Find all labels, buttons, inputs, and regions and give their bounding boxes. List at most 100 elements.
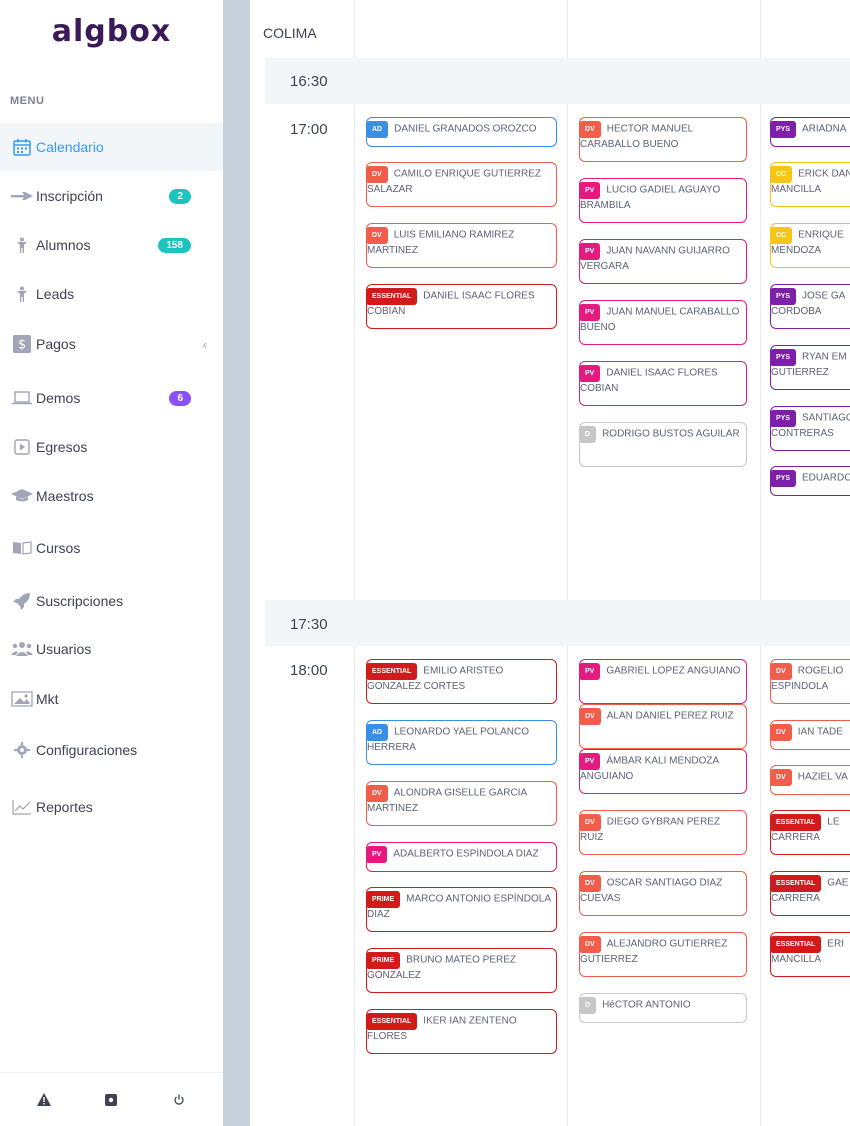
sidebar-item-pagos[interactable]: $ Pagos ‹ xyxy=(0,320,223,368)
class-card[interactable]: DV IAN TADE xyxy=(770,720,850,750)
sidebar-item-label: Calendario xyxy=(36,139,104,155)
sidebar-item-alumnos[interactable]: Alumnos 158 xyxy=(0,221,223,269)
student-name: ARIADNA xyxy=(802,123,847,135)
sidebar-item-cursos[interactable]: Cursos xyxy=(0,524,223,572)
student-name: JUAN NAVANN GUIJARRO VERGARA xyxy=(580,245,730,273)
class-card[interactable]: DV HAZIEL VA xyxy=(770,765,850,795)
class-card[interactable]: PV JUAN MANUEL CARABALLO BUENO xyxy=(579,300,747,345)
class-card[interactable]: PYS RYAN EM GUTIERREZ xyxy=(770,345,850,390)
sidebar-item-calendario[interactable]: Calendario xyxy=(0,123,223,171)
plane-icon xyxy=(10,186,34,206)
class-card[interactable]: PV GABRIEL LOPEZ ANGUIANO xyxy=(579,659,747,704)
class-card[interactable]: PRIME BRUNO MATEO PEREZ GONZALEZ xyxy=(366,948,557,993)
class-card[interactable]: PV DANIEL ISAAC FLORES COBIAN xyxy=(579,361,747,406)
class-card[interactable]: D RODRIGO BUSTOS AGUILAR xyxy=(579,422,747,467)
app-logo[interactable]: algbox xyxy=(0,14,223,49)
sidebar-item-leads[interactable]: Leads xyxy=(0,270,223,318)
class-card[interactable]: CCERICK DANIEL MANCILLA xyxy=(770,162,850,207)
rocket-icon xyxy=(10,591,34,611)
class-card[interactable]: ESSENTIAL EMILIO ARISTEO GONZALEZ CORTES xyxy=(366,659,557,704)
class-card[interactable]: ESSENTIAL LE CARRERA xyxy=(770,810,850,855)
class-card[interactable]: AD LEONARDO YAEL POLANCO HERRERA xyxy=(366,720,557,765)
class-card[interactable]: ESSENTIAL ERI MANCILLA xyxy=(770,932,850,977)
class-card[interactable]: ESSENTIAL GAE CARRERA xyxy=(770,871,850,916)
column-divider xyxy=(354,0,355,1126)
power-icon[interactable] xyxy=(167,1088,191,1112)
class-card[interactable]: PYS EDUARDO xyxy=(770,466,850,496)
class-card[interactable]: DV DIEGO GYBRAN PEREZ RUIZ xyxy=(579,810,747,855)
class-card[interactable]: AD DANIEL GRANADOS OROZCO xyxy=(366,117,557,147)
sidebar-item-demos[interactable]: Demos 6 xyxy=(0,374,223,422)
student-name: ALONDRA GISELLE GARCIA MARTINEZ xyxy=(367,787,527,815)
student-name: GABRIEL LOPEZ ANGUIANO xyxy=(606,665,741,677)
class-card[interactable]: DV OSCAR SANTIAGO DIAZ CUEVAS xyxy=(579,871,747,916)
sidebar-item-label: Demos xyxy=(36,390,81,406)
program-tag: PV xyxy=(580,753,601,770)
warning-icon[interactable] xyxy=(32,1088,56,1112)
program-tag: DV xyxy=(580,936,601,953)
sidebar-item-inscripcion[interactable]: Inscripción 2 xyxy=(0,172,223,220)
program-tag: AD xyxy=(367,121,389,138)
student-name: RODRIGO BUSTOS AGUILAR xyxy=(602,428,740,440)
sidebar-item-mkt[interactable]: Mkt xyxy=(0,675,223,723)
svg-text:$: $ xyxy=(18,338,26,353)
program-tag: DV xyxy=(580,875,601,892)
class-card[interactable]: PV ADALBERTO ESPÍNDOLA DIAZ xyxy=(366,842,557,872)
sidebar-item-usuarios[interactable]: Usuarios xyxy=(0,625,223,673)
program-tag: PYS xyxy=(771,410,797,427)
program-tag: AD xyxy=(367,724,389,741)
program-tag: PV xyxy=(580,243,601,260)
sidebar-item-label: Maestros xyxy=(36,488,94,504)
program-tag: DV xyxy=(771,769,792,786)
student-name: LUIS EMILIANO RAMIREZ MARTINEZ xyxy=(367,229,515,257)
class-card[interactable]: PYS JOSE GA CORDOBA xyxy=(770,284,850,329)
dollar-icon: $ xyxy=(10,334,34,354)
sidebar-item-reportes[interactable]: Reportes xyxy=(0,783,223,831)
users-icon xyxy=(10,639,34,659)
class-card[interactable]: PRIME MARCO ANTONIO ESPÍNDOLA DIAZ xyxy=(366,887,557,932)
student-name: LUCIO GADIEL AGUAYO BRAMBILA xyxy=(580,184,721,212)
student-name: OSCAR SANTIAGO DIAZ CUEVAS xyxy=(580,877,723,905)
program-tag: DV xyxy=(367,166,388,183)
class-card[interactable]: PV LUCIO GADIEL AGUAYO BRAMBILA xyxy=(579,178,747,223)
sidebar-item-label: Inscripción xyxy=(36,188,103,204)
calendar-icon xyxy=(10,137,34,157)
chart-line-icon xyxy=(10,797,34,817)
class-card[interactable]: PYS SANTIAGO CONTRERAS xyxy=(770,406,850,451)
class-card[interactable]: PYS ARIADNA xyxy=(770,117,850,147)
class-card[interactable]: ESSENTIAL DANIEL ISAAC FLORES COBIAN xyxy=(366,284,557,329)
sidebar-item-label: Mkt xyxy=(36,691,59,707)
student-name: CAMILO ENRIQUE GUTIERREZ SALAZAR xyxy=(367,168,541,196)
program-tag: DV xyxy=(367,785,388,802)
sidebar-item-maestros[interactable]: Maestros xyxy=(0,472,223,520)
class-card[interactable]: DV ALAN DANIEL PEREZ RUIZ xyxy=(579,704,747,749)
class-card[interactable]: ESSENTIAL IKER IAN ZENTENO FLORES xyxy=(366,1009,557,1054)
sidebar-item-label: Usuarios xyxy=(36,641,92,657)
sidebar-item-label: Configuraciones xyxy=(36,742,138,758)
count-badge: 2 xyxy=(169,188,191,204)
class-card[interactable]: DV HECTOR MANUEL CARABALLO BUENO xyxy=(579,117,747,162)
class-card[interactable]: DV ALEJANDRO GUTIERREZ GUTIERREZ xyxy=(579,932,747,977)
program-tag: PYS xyxy=(771,349,797,366)
class-card[interactable]: DV CAMILO ENRIQUE GUTIERREZ SALAZAR xyxy=(366,162,557,207)
class-card[interactable]: DV ROGELIO ESPINDOLA xyxy=(770,659,850,704)
class-card[interactable]: D HéCTOR ANTONIO xyxy=(579,993,747,1023)
settings-box-icon[interactable] xyxy=(99,1088,123,1112)
class-card[interactable]: PV JUAN NAVANN GUIJARRO VERGARA xyxy=(579,239,747,284)
sidebar-item-egresos[interactable]: Egresos xyxy=(0,423,223,471)
sidebar-item-configuraciones[interactable]: Configuraciones xyxy=(0,726,223,774)
class-card[interactable]: PV ÁMBAR KALI MENDOZA ANGUIANO xyxy=(579,749,747,794)
program-tag: DV xyxy=(580,814,601,831)
sidebar-item-label: Leads xyxy=(36,286,75,302)
student-name: EDUARDO xyxy=(802,472,850,484)
program-tag: DV xyxy=(771,663,792,680)
sidebar-item-label: Cursos xyxy=(36,540,81,556)
student-name: ADALBERTO ESPÍNDOLA DIAZ xyxy=(393,848,539,860)
class-card[interactable]: DV LUIS EMILIANO RAMIREZ MARTINEZ xyxy=(366,223,557,268)
sidebar-item-label: Reportes xyxy=(36,799,93,815)
program-tag: PV xyxy=(580,304,601,321)
class-card[interactable]: CC ENRIQUE MENDOZA xyxy=(770,223,850,268)
program-tag: PV xyxy=(580,663,601,680)
class-card[interactable]: DV ALONDRA GISELLE GARCIA MARTINEZ xyxy=(366,781,557,826)
sidebar-item-suscripciones[interactable]: Suscripciones xyxy=(0,577,223,625)
